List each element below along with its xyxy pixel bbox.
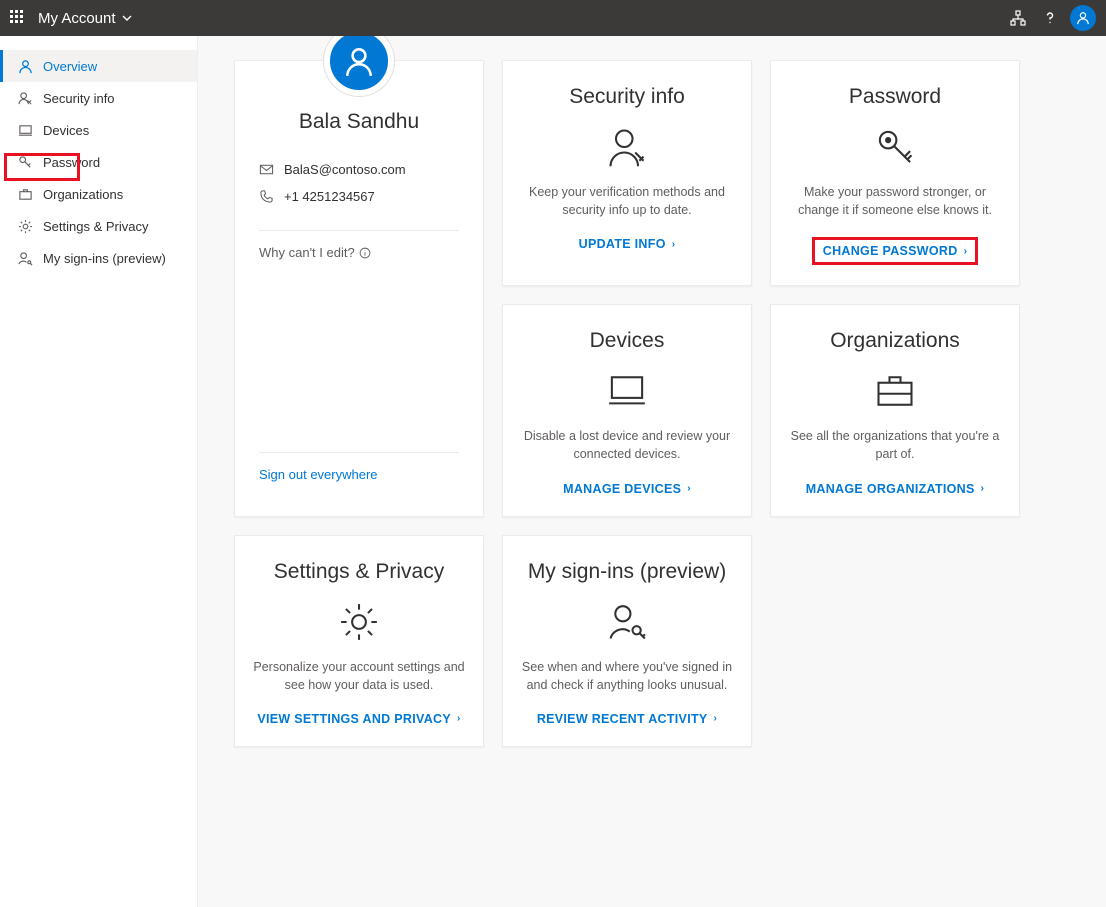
card-desc: Make your password stronger, or change i…	[789, 183, 1001, 219]
app-title-label: My Account	[38, 10, 116, 27]
chevron-right-icon: ›	[964, 246, 968, 257]
security-info-card: Security info Keep your verification met…	[502, 60, 752, 286]
card-title: Organizations	[830, 329, 960, 353]
card-desc: See all the organizations that you're a …	[789, 427, 1001, 463]
card-desc: Keep your verification methods and secur…	[521, 183, 733, 219]
chevron-right-icon: ›	[687, 483, 691, 494]
password-card: Password Make your password stronger, or…	[770, 60, 1020, 286]
sidebar-item-label: Devices	[43, 123, 89, 138]
chevron-down-icon	[122, 13, 132, 23]
chevron-right-icon: ›	[672, 239, 676, 250]
app-header: My Account	[0, 0, 1106, 36]
info-icon	[359, 247, 371, 259]
sidebar-item-label: Overview	[43, 59, 97, 74]
profile-phone: +1 4251234567	[284, 189, 375, 204]
devices-card: Devices Disable a lost device and review…	[502, 304, 752, 516]
security-icon	[17, 90, 33, 106]
briefcase-card-icon	[873, 369, 917, 413]
profile-card: Bala Sandhu BalaS@contoso.com +1 4251234…	[234, 60, 484, 517]
view-settings-link[interactable]: VIEW SETTINGS AND PRIVACY ›	[257, 712, 460, 726]
profile-avatar	[324, 36, 394, 96]
change-password-link[interactable]: CHANGE PASSWORD ›	[812, 237, 978, 265]
sidebar-item-label: Password	[43, 155, 100, 170]
organizations-card: Organizations See all the organizations …	[770, 304, 1020, 516]
profile-phone-row: +1 4251234567	[259, 183, 459, 210]
signout-link[interactable]: Sign out everywhere	[235, 453, 483, 496]
help-icon[interactable]	[1034, 2, 1066, 34]
sidebar-item-settings[interactable]: Settings & Privacy	[0, 210, 197, 242]
security-card-icon	[605, 125, 649, 169]
mail-icon	[259, 162, 274, 177]
briefcase-icon	[17, 186, 33, 202]
chevron-right-icon: ›	[981, 483, 985, 494]
settings-privacy-card: Settings & Privacy Personalize your acco…	[234, 535, 484, 747]
profile-name: Bala Sandhu	[299, 110, 419, 134]
user-avatar[interactable]	[1070, 5, 1096, 31]
sidebar-item-label: Settings & Privacy	[43, 219, 149, 234]
card-title: Devices	[590, 329, 665, 353]
card-desc: See when and where you've signed in and …	[521, 658, 733, 694]
card-title: Settings & Privacy	[274, 560, 444, 584]
sidebar: Overview Security info Devices Password …	[0, 36, 198, 907]
signins-card-icon	[605, 600, 649, 644]
update-info-link[interactable]: UPDATE INFO ›	[579, 237, 676, 251]
card-desc: Disable a lost device and review your co…	[521, 427, 733, 463]
org-icon[interactable]	[1002, 2, 1034, 34]
sidebar-item-label: Security info	[43, 91, 115, 106]
app-launcher-icon[interactable]	[10, 10, 26, 26]
chevron-right-icon: ›	[457, 713, 461, 724]
signins-card: My sign-ins (preview) See when and where…	[502, 535, 752, 747]
card-title: My sign-ins (preview)	[528, 560, 726, 584]
sidebar-item-security[interactable]: Security info	[0, 82, 197, 114]
app-title-dropdown[interactable]: My Account	[38, 10, 132, 27]
chevron-right-icon: ›	[714, 713, 718, 724]
profile-email-row: BalaS@contoso.com	[259, 156, 459, 183]
edit-hint[interactable]: Why can't I edit?	[235, 231, 483, 274]
key-card-icon	[873, 125, 917, 169]
sidebar-item-signins[interactable]: My sign-ins (preview)	[0, 242, 197, 274]
sidebar-item-devices[interactable]: Devices	[0, 114, 197, 146]
profile-email: BalaS@contoso.com	[284, 162, 406, 177]
person-icon	[17, 58, 33, 74]
main-content: Bala Sandhu BalaS@contoso.com +1 4251234…	[198, 36, 1106, 907]
signin-icon	[17, 250, 33, 266]
manage-orgs-link[interactable]: MANAGE ORGANIZATIONS ›	[806, 482, 985, 496]
gear-card-icon	[337, 600, 381, 644]
card-title: Password	[849, 85, 941, 109]
laptop-icon	[17, 122, 33, 138]
laptop-card-icon	[605, 369, 649, 413]
manage-devices-link[interactable]: MANAGE DEVICES ›	[563, 482, 691, 496]
sidebar-item-label: My sign-ins (preview)	[43, 251, 166, 266]
sidebar-item-password[interactable]: Password	[0, 146, 197, 178]
review-activity-link[interactable]: REVIEW RECENT ACTIVITY ›	[537, 712, 717, 726]
card-title: Security info	[569, 85, 685, 109]
sidebar-item-organizations[interactable]: Organizations	[0, 178, 197, 210]
sidebar-item-overview[interactable]: Overview	[0, 50, 197, 82]
gear-icon	[17, 218, 33, 234]
key-icon	[17, 154, 33, 170]
sidebar-item-label: Organizations	[43, 187, 123, 202]
phone-icon	[259, 189, 274, 204]
card-desc: Personalize your account settings and se…	[253, 658, 465, 694]
